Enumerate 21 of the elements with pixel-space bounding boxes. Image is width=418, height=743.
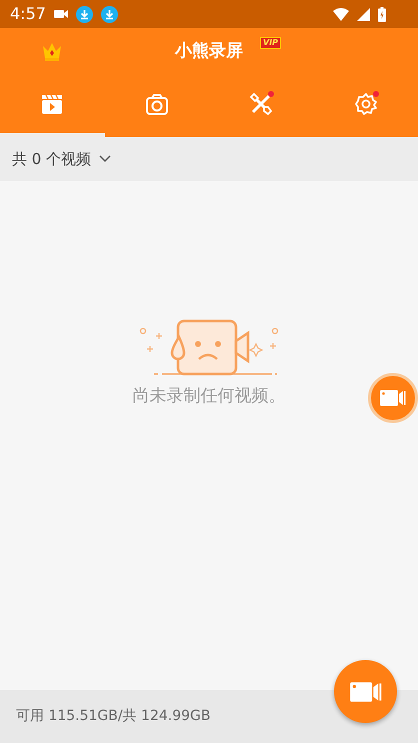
video-clip-icon bbox=[40, 92, 64, 116]
camera-icon bbox=[54, 9, 68, 19]
battery-icon bbox=[378, 6, 386, 22]
video-camera-icon bbox=[380, 389, 406, 407]
signal-icon bbox=[357, 8, 370, 20]
video-camera-icon bbox=[348, 680, 382, 702]
app-title: 小熊录屏 bbox=[175, 40, 243, 63]
camera-icon bbox=[144, 92, 169, 116]
download-icon bbox=[76, 6, 93, 22]
storage-info: 可用 115.51GB/共 124.99GB bbox=[16, 707, 210, 726]
gear-icon bbox=[354, 92, 378, 116]
status-time: 4:57 bbox=[10, 3, 46, 25]
floating-record-button[interactable] bbox=[368, 373, 418, 423]
record-button[interactable] bbox=[334, 660, 397, 723]
video-count-dropdown[interactable]: 共 0 个视频 bbox=[0, 137, 418, 181]
chevron-down-icon bbox=[99, 155, 112, 163]
empty-message: 尚未录制任何视频。 bbox=[132, 385, 286, 408]
wifi-icon bbox=[333, 8, 349, 20]
tools-icon bbox=[249, 92, 274, 116]
download-icon bbox=[100, 6, 118, 22]
vip-badge: VIP bbox=[260, 37, 282, 49]
